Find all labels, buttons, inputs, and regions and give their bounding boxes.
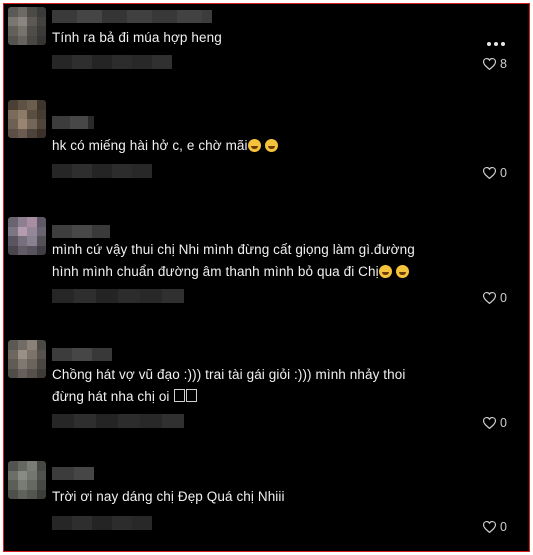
like-button[interactable]: 0 [483,520,507,534]
like-button[interactable]: 0 [483,291,507,305]
comment-text: Tính ra bả đi múa hợp heng [52,30,222,45]
like-count: 0 [500,166,507,180]
avatar[interactable] [8,340,46,378]
heart-icon [483,292,497,304]
like-count: 0 [500,520,507,534]
username-redacted[interactable] [52,116,94,129]
comments-panel: Tính ra bả đi múa hợp heng 8 hk có miếng… [3,3,530,552]
comment-text: Trời ơi nay dáng chị Đẹp Quá chị Nhiii [52,489,285,504]
avatar[interactable] [8,217,46,255]
like-button[interactable]: 0 [483,416,507,430]
comment-text: hk có miếng hài hở c, e chờ mãi [52,135,472,157]
more-options-button[interactable] [487,42,505,46]
avatar[interactable] [8,7,46,45]
grinning-squinting-face-emoji [378,265,392,278]
heart-icon [483,521,497,533]
grinning-squinting-face-emoji [264,139,278,152]
heart-icon [483,417,497,429]
comment-meta-redacted [52,164,152,178]
like-count: 8 [500,57,507,71]
like-button[interactable]: 8 [483,57,507,71]
username-redacted[interactable] [52,467,94,480]
comment-text: Chồng hát vợ vũ đạo :))) trai tài gái gi… [52,367,406,404]
like-button[interactable]: 0 [483,166,507,180]
grinning-squinting-face-emoji [395,265,409,278]
comment-meta-redacted [52,289,184,303]
comment-meta-redacted [52,414,184,428]
comment-meta-redacted [52,516,152,530]
unrendered-glyph [174,389,186,402]
avatar[interactable] [8,100,46,138]
like-count: 0 [500,291,507,305]
like-count: 0 [500,416,507,430]
username-redacted[interactable] [52,10,212,23]
username-redacted[interactable] [52,225,110,238]
comment-meta-redacted [52,55,172,69]
unrendered-glyph [186,389,198,402]
grinning-squinting-face-emoji [247,139,261,152]
username-redacted[interactable] [52,348,112,361]
heart-icon [483,167,497,179]
comment-text: mình cứ vậy thui chị Nhi mình đừng cất g… [52,242,415,279]
avatar[interactable] [8,461,46,499]
heart-icon [483,58,497,70]
